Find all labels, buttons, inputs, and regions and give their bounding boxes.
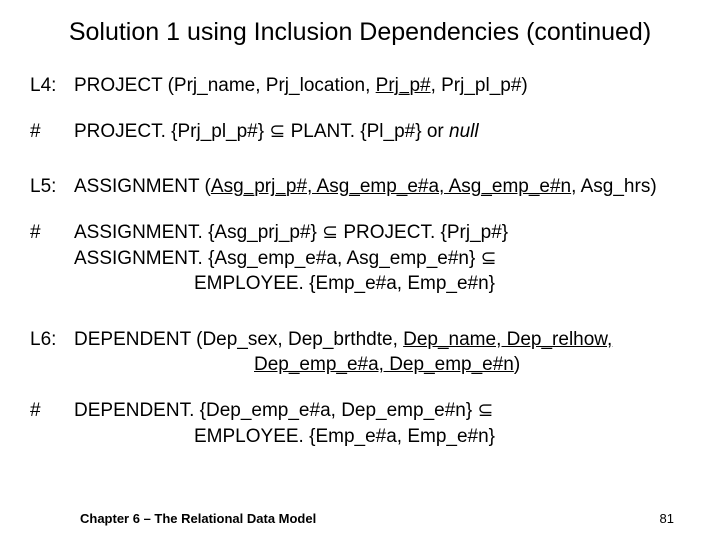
l5-body: ASSIGNMENT (Asg_prj_p#, Asg_emp_e#a, Asg… [74,174,690,200]
l5c-l3: EMPLOYEE. {Emp_e#a, Emp_e#n} [74,271,690,297]
l4c-body: PROJECT. {Prj_pl_p#} ⊆ PLANT. {Pl_p#} or… [74,119,690,145]
l4-body: PROJECT (Prj_name, Prj_location, Prj_p#,… [74,73,690,99]
l6-pre: DEPENDENT (Dep_sex, Dep_brthdte, [74,329,403,350]
line-l5-constraint: # ASSIGNMENT. {Asg_prj_p#} ⊆ PROJECT. {P… [30,220,690,297]
l5c-l1a: ASSIGNMENT. {Asg_prj_p#} [74,222,322,243]
l4-key: Prj_p# [376,75,431,96]
slide: Solution 1 using Inclusion Dependencies … [0,0,720,540]
l5c-l2a: ASSIGNMENT. {Asg_emp_e#a, Asg_emp_e#n} [74,248,481,269]
l6c-l1a: DEPENDENT. {Dep_emp_e#a, Dep_emp_e#n} [74,400,477,421]
l6-post: ) [514,354,520,375]
l4-pre: PROJECT (Prj_name, Prj_location, [74,75,376,96]
l4c-t1: PROJECT. {Prj_pl_p#} [74,121,269,142]
subset-icon: ⊆ [269,121,285,142]
l6c-label: # [30,398,74,424]
l4c-t2: PLANT. {Pl_p#} or [285,121,449,142]
line-l6: L6: DEPENDENT (Dep_sex, Dep_brthdte, Dep… [30,327,690,378]
footer-chapter: Chapter 6 – The Relational Data Model [80,511,316,526]
l6-key2: Dep_emp_e#a, Dep_emp_e#n [254,354,514,375]
l4-mid: , Prj_pl_p#) [431,75,528,96]
line-l5: L5: ASSIGNMENT (Asg_prj_p#, Asg_emp_e#a,… [30,174,690,200]
subset-icon: ⊆ [481,248,497,269]
l6c-body: DEPENDENT. {Dep_emp_e#a, Dep_emp_e#n} ⊆ … [74,398,690,449]
l5c-body: ASSIGNMENT. {Asg_prj_p#} ⊆ PROJECT. {Prj… [74,220,690,297]
l6-key1: Dep_name, Dep_relhow, [403,329,612,350]
l5-post: , Asg_hrs) [571,176,657,197]
line-l4-constraint: # PROJECT. {Prj_pl_p#} ⊆ PLANT. {Pl_p#} … [30,119,690,145]
l4c-null: null [449,121,479,142]
footer: Chapter 6 – The Relational Data Model 81 [0,511,720,526]
l6-body: DEPENDENT (Dep_sex, Dep_brthdte, Dep_nam… [74,327,690,378]
l5c-label: # [30,220,74,246]
line-l6-constraint: # DEPENDENT. {Dep_emp_e#a, Dep_emp_e#n} … [30,398,690,449]
line-l4: L4: PROJECT (Prj_name, Prj_location, Prj… [30,73,690,99]
subset-icon: ⊆ [477,400,493,421]
l4c-label: # [30,119,74,145]
l5-label: L5: [30,174,74,200]
l5-pre: ASSIGNMENT ( [74,176,211,197]
l4-label: L4: [30,73,74,99]
l5-key: Asg_prj_p#, Asg_emp_e#a, Asg_emp_e#n [211,176,571,197]
l5c-l1b: PROJECT. {Prj_p#} [338,222,508,243]
l6c-l2: EMPLOYEE. {Emp_e#a, Emp_e#n} [74,424,690,450]
subset-icon: ⊆ [322,222,338,243]
slide-title: Solution 1 using Inclusion Dependencies … [30,18,690,47]
footer-page: 81 [660,511,674,526]
l6-label: L6: [30,327,74,353]
